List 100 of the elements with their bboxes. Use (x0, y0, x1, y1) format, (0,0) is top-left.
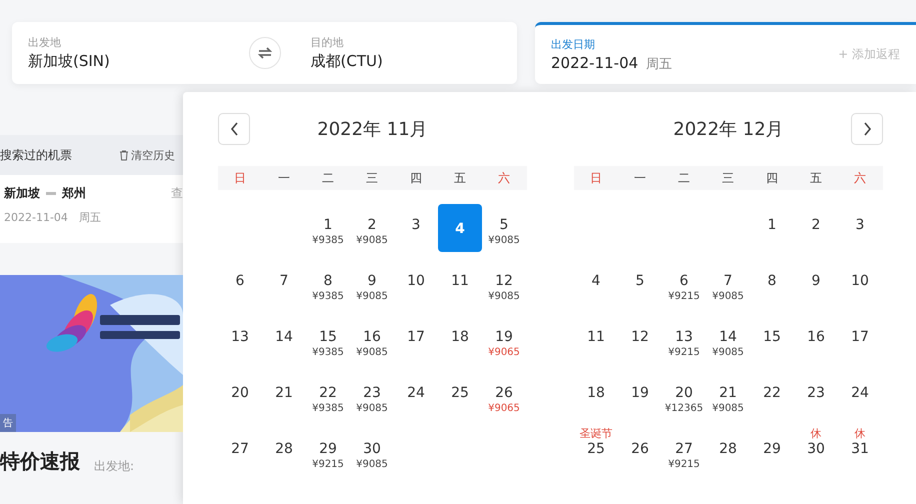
day-number: 22 (319, 384, 337, 402)
day-number: 14 (275, 328, 293, 346)
day-cell[interactable]: 12 ¥9085 (482, 260, 526, 308)
day-number: 8 (768, 272, 776, 290)
day-cell[interactable]: 6 (218, 260, 262, 308)
day-cell[interactable]: 9 ¥9085 (350, 260, 394, 308)
day-cell[interactable]: 圣诞节 25 (574, 428, 618, 476)
date-field[interactable]: 2022-11-04 (551, 54, 638, 72)
day-cell[interactable]: 19 ¥9065 (482, 316, 526, 364)
ad-badge: 告 (0, 414, 16, 432)
day-cell[interactable]: 22 (750, 372, 794, 420)
day-number: 21 (719, 384, 737, 402)
day-cell[interactable]: 20 (218, 372, 262, 420)
day-number: 24 (851, 384, 869, 402)
day-cell[interactable]: 4 (574, 260, 618, 308)
day-price: ¥9085 (356, 458, 388, 471)
day-cell[interactable]: 15 ¥9385 (306, 316, 350, 364)
day-cell[interactable]: 26 ¥9065 (482, 372, 526, 420)
day-cell[interactable]: 18 (574, 372, 618, 420)
day-cell[interactable]: 休 31 (838, 428, 882, 476)
day-number: 6 (680, 272, 688, 290)
day-number: 3 (856, 216, 864, 234)
day-cell[interactable]: 26 (618, 428, 662, 476)
day-price: ¥9085 (356, 402, 388, 415)
day-cell[interactable]: 16 (794, 316, 838, 364)
day-number: 19 (631, 384, 649, 402)
day-cell[interactable]: 17 (838, 316, 882, 364)
swap-button[interactable] (248, 37, 280, 69)
day-cell[interactable]: 29 ¥9215 (306, 428, 350, 476)
day-cell[interactable]: 25 (438, 372, 482, 420)
day-cell[interactable]: 13 (218, 316, 262, 364)
day-cell[interactable]: 8 (750, 260, 794, 308)
day-price: ¥9085 (356, 346, 388, 359)
day-cell[interactable]: 2 (794, 204, 838, 252)
day-price: ¥9215 (668, 290, 700, 303)
day-cell[interactable]: 1 ¥9385 (306, 204, 350, 252)
day-cell[interactable]: 15 (750, 316, 794, 364)
clear-history-button[interactable]: 清空历史 (119, 148, 175, 162)
day-cell[interactable]: 10 (394, 260, 438, 308)
day-number: 4 (592, 272, 600, 290)
day-cell[interactable]: 5 (618, 260, 662, 308)
day-cell[interactable]: 14 (262, 316, 306, 364)
day-cell[interactable]: 24 (394, 372, 438, 420)
day-cell[interactable]: 休 30 (794, 428, 838, 476)
day-cell[interactable]: 11 (574, 316, 618, 364)
day-cell[interactable]: 29 (750, 428, 794, 476)
day-cell[interactable]: 28 (262, 428, 306, 476)
day-cell[interactable]: 8 ¥9385 (306, 260, 350, 308)
day-cell[interactable]: 21 ¥9085 (706, 372, 750, 420)
day-cell[interactable]: 18 (438, 316, 482, 364)
day-cell[interactable]: 11 (438, 260, 482, 308)
day-cell[interactable]: 14 ¥9085 (706, 316, 750, 364)
day-cell[interactable]: 27 (218, 428, 262, 476)
day-cell[interactable]: 16 ¥9085 (350, 316, 394, 364)
destination-field[interactable]: 成都(CTU) (310, 52, 517, 71)
weekday-text: 周五 (646, 56, 672, 72)
day-cell[interactable]: 17 (394, 316, 438, 364)
day-cell[interactable]: 30 ¥9085 (350, 428, 394, 476)
field-label: 目的地 (310, 35, 344, 50)
day-cell[interactable]: 9 (794, 260, 838, 308)
route-to: 郑州 (62, 185, 86, 202)
day-cell[interactable]: 12 (618, 316, 662, 364)
day-cell[interactable]: 7 (262, 260, 306, 308)
day-cell[interactable]: 23 ¥9085 (350, 372, 394, 420)
day-cell[interactable]: 3 (394, 204, 438, 252)
origin-field[interactable]: 新加坡(SIN) (28, 52, 234, 71)
day-price: ¥9085 (712, 346, 744, 359)
day-cell[interactable]: 6 ¥9215 (662, 260, 706, 308)
weekday-label: 三 (721, 170, 735, 186)
month-title: 2022年 12月 (673, 118, 784, 141)
day-cell[interactable]: 20 ¥12365 (662, 372, 706, 420)
weekday-label: 一 (277, 170, 291, 186)
day-cell[interactable]: 21 (262, 372, 306, 420)
day-number: 30 (363, 440, 381, 458)
day-cell[interactable]: 1 (750, 204, 794, 252)
day-number: 16 (807, 328, 825, 346)
weekday-label: 日 (589, 170, 603, 186)
day-cell[interactable]: 4 (438, 204, 482, 252)
day-cell[interactable]: 5 ¥9085 (482, 204, 526, 252)
day-cell[interactable]: 13 ¥9215 (662, 316, 706, 364)
day-cell[interactable]: 27 ¥9215 (662, 428, 706, 476)
day-number: 2 (812, 216, 820, 234)
day-cell[interactable]: 3 (838, 204, 882, 252)
day-cell[interactable]: 19 (618, 372, 662, 420)
day-cell[interactable]: 24 (838, 372, 882, 420)
next-month-button[interactable] (851, 113, 883, 145)
day-cell[interactable]: 2 ¥9085 (350, 204, 394, 252)
prev-month-button[interactable] (218, 113, 250, 145)
day-cell[interactable]: 22 ¥9385 (306, 372, 350, 420)
chevron-left-icon (230, 122, 238, 136)
weekday-label: 四 (409, 170, 423, 186)
day-cell[interactable]: 10 (838, 260, 882, 308)
day-number: 7 (724, 272, 732, 290)
history-item[interactable]: 新加坡 郑州 2022-11-04 周五 查 (0, 175, 183, 243)
day-cell[interactable]: 23 (794, 372, 838, 420)
day-number: 12 (495, 272, 513, 290)
day-cell[interactable]: 28 (706, 428, 750, 476)
day-cell[interactable]: 7 ¥9085 (706, 260, 750, 308)
chevron-right-icon (862, 122, 872, 136)
day-price: ¥12365 (664, 402, 704, 415)
